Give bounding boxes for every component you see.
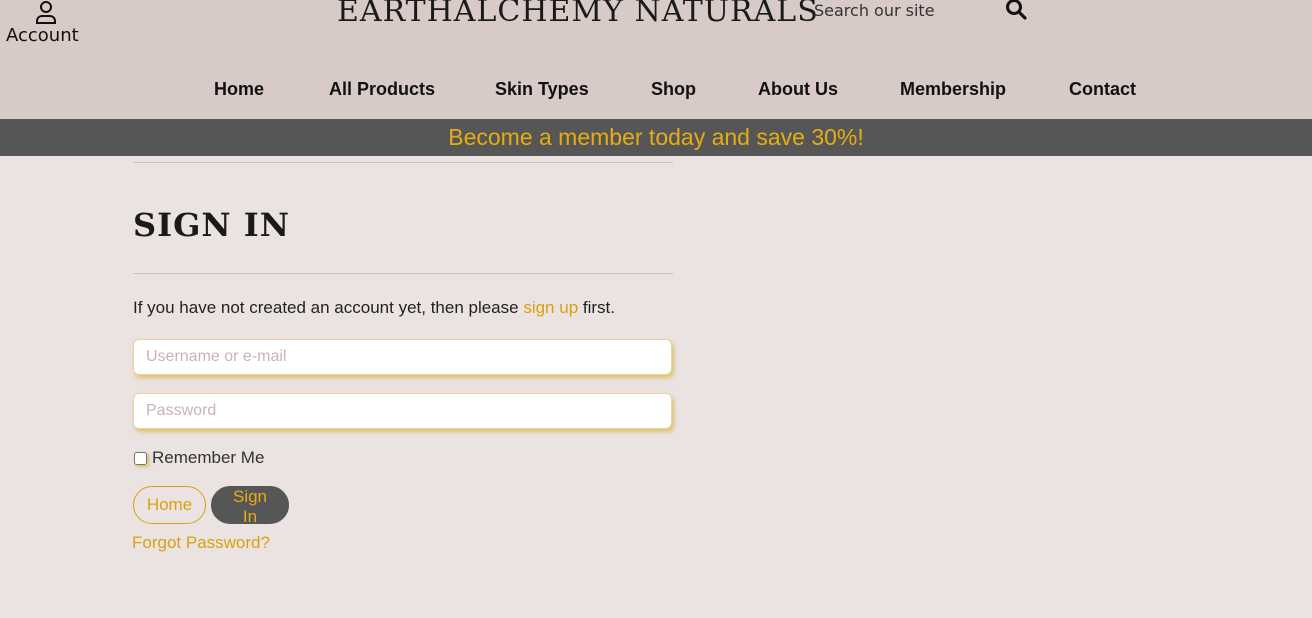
nav-item-membership[interactable]: Membership: [900, 79, 1006, 100]
sign-up-link[interactable]: sign up: [523, 298, 578, 317]
main-nav: Home All Products Skin Types Shop About …: [0, 79, 1312, 103]
nav-item-skin-types[interactable]: Skin Types: [495, 79, 589, 100]
home-button[interactable]: Home: [133, 486, 206, 524]
site-logo-wordmark[interactable]: EarthAlchemy Naturals: [337, 0, 819, 29]
signup-prompt: If you have not created an account yet, …: [133, 298, 615, 318]
nav-item-contact[interactable]: Contact: [1069, 79, 1136, 100]
page-title: Sign In: [133, 206, 291, 244]
search-input[interactable]: [814, 0, 994, 22]
remember-me[interactable]: Remember Me: [133, 448, 264, 468]
password-field[interactable]: [133, 393, 672, 429]
divider-top: [133, 162, 673, 163]
signup-prompt-before: If you have not created an account yet, …: [133, 298, 524, 317]
nav-item-shop[interactable]: Shop: [651, 79, 696, 100]
person-icon: [36, 1, 56, 24]
search-button[interactable]: [1004, 0, 1028, 22]
username-field[interactable]: [133, 339, 672, 375]
promo-banner: Become a member today and save 30%!: [0, 119, 1312, 156]
site-header: Account EarthAlchemy Naturals Home All P…: [0, 0, 1312, 119]
nav-item-home[interactable]: Home: [214, 79, 264, 100]
remember-me-label: Remember Me: [152, 448, 265, 467]
search-box: [814, 0, 1034, 24]
sign-in-button[interactable]: Sign In: [211, 486, 289, 526]
divider-title: [133, 273, 673, 274]
account-label: Account: [6, 25, 79, 46]
nav-item-all-products[interactable]: All Products: [329, 79, 435, 100]
remember-me-checkbox[interactable]: [134, 451, 147, 465]
forgot-password-link[interactable]: Forgot Password?: [132, 533, 270, 553]
account-link[interactable]: Account: [6, 0, 86, 46]
search-icon: [1006, 0, 1027, 20]
nav-item-about-us[interactable]: About Us: [758, 79, 838, 100]
signup-prompt-after: first.: [578, 298, 615, 317]
